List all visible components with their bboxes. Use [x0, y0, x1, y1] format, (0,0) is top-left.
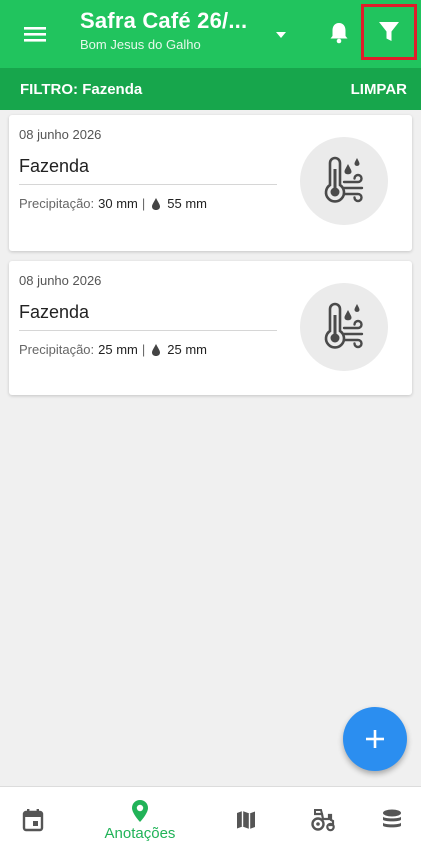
plus-icon [366, 730, 384, 748]
map-icon [237, 811, 255, 829]
bell-icon[interactable] [324, 18, 354, 48]
card-divider [19, 330, 277, 331]
calendar-icon [22, 809, 44, 832]
precipitation-label: Precipitação: [19, 342, 95, 357]
caret-down-icon[interactable] [268, 22, 294, 46]
water-drop-icon [152, 197, 161, 210]
separator: | [141, 342, 146, 357]
card-precipitation: Precipitação: 30 mm | 55 mm [19, 196, 207, 211]
weather-thermometer-icon [300, 283, 388, 371]
nav-item-map[interactable] [220, 787, 272, 852]
nav-item-annotations[interactable]: Anotações [94, 787, 186, 852]
tractor-icon [311, 809, 335, 832]
bottom-navigation: Anotações [0, 786, 421, 852]
weather-thermometer-icon [300, 137, 388, 225]
separator: | [141, 196, 146, 211]
precipitation-value: 30 mm [98, 196, 138, 211]
nav-item-tractor[interactable] [296, 787, 352, 852]
nav-item-calendar[interactable] [8, 787, 58, 852]
precipitation-value: 25 mm [98, 342, 138, 357]
rain-value: 25 mm [167, 342, 208, 357]
add-annotation-button[interactable] [343, 707, 407, 771]
app-title-group[interactable]: Safra Café 26/... Bom Jesus do Galho [80, 8, 290, 52]
location-pin-icon [132, 799, 148, 822]
filter-label: FILTRO: Fazenda [20, 81, 143, 98]
water-drop-icon [152, 343, 161, 356]
app-subtitle: Bom Jesus do Galho [80, 37, 201, 52]
annotation-card[interactable]: 08 junho 2026 Fazenda Precipitação: 25 m… [9, 261, 412, 395]
card-date: 08 junho 2026 [19, 273, 102, 288]
annotation-card[interactable]: 08 junho 2026 Fazenda Precipitação: 30 m… [9, 115, 412, 251]
card-precipitation: Precipitação: 25 mm | 25 mm [19, 342, 207, 357]
filter-icon [379, 22, 399, 41]
nav-item-database[interactable] [366, 787, 418, 852]
precipitation-label: Precipitação: [19, 196, 95, 211]
menu-icon[interactable] [22, 22, 48, 46]
app-title: Safra Café 26/... [80, 8, 248, 33]
filter-button[interactable] [361, 4, 417, 60]
card-divider [19, 184, 277, 185]
database-icon [383, 809, 401, 828]
card-title: Fazenda [19, 156, 90, 176]
card-title: Fazenda [19, 302, 90, 322]
rain-value: 55 mm [167, 196, 208, 211]
card-date: 08 junho 2026 [19, 127, 102, 142]
app-bar: Safra Café 26/... Bom Jesus do Galho [0, 0, 421, 68]
clear-filter-button[interactable]: LIMPAR [351, 81, 407, 98]
filter-bar: FILTRO: Fazenda LIMPAR [0, 68, 421, 110]
nav-label-annotations: Anotações [104, 824, 176, 842]
